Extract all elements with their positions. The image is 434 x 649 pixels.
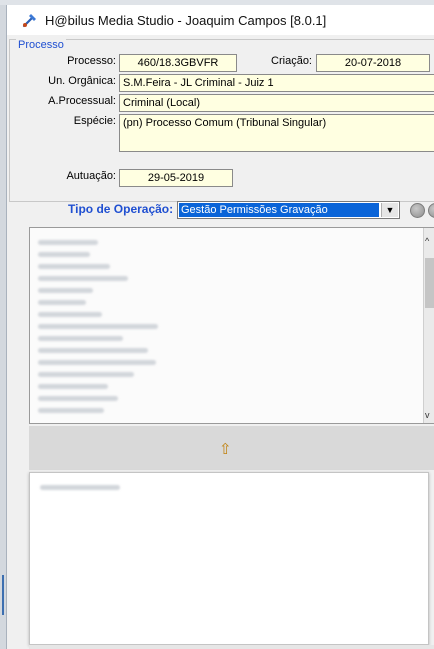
list-item[interactable]: [38, 408, 104, 413]
chevron-down-icon[interactable]: ▼: [381, 203, 398, 217]
move-up-icon[interactable]: ⇧: [219, 440, 232, 458]
items-listbox[interactable]: ^ v: [29, 227, 434, 424]
criacao-field[interactable]: 20-07-2018: [316, 54, 430, 72]
tipo-operacao-label: Tipo de Operação:: [68, 202, 174, 216]
list-item[interactable]: [38, 324, 158, 329]
list-scrollbar[interactable]: ^ v: [423, 228, 434, 423]
un-organica-field[interactable]: S.M.Feira - JL Criminal - Juiz 1: [119, 74, 434, 92]
tool-icon: [21, 11, 39, 29]
list-item[interactable]: [38, 264, 110, 269]
list-item[interactable]: [38, 372, 134, 377]
list-item[interactable]: [38, 252, 90, 257]
list-item[interactable]: [38, 348, 148, 353]
criacao-label: Criação:: [271, 55, 312, 67]
processo-label: Processo:: [67, 55, 116, 67]
tipo-operacao-selected[interactable]: Gestão Permissões Gravação: [179, 203, 379, 217]
especie-label: Espécie:: [73, 115, 116, 127]
processo-legend: Processo: [16, 39, 66, 51]
list-item[interactable]: [38, 300, 86, 305]
main-window: H@bilus Media Studio - Joaquim Campos [8…: [6, 5, 434, 649]
list-item[interactable]: [38, 360, 156, 365]
especie-field[interactable]: (pn) Processo Comum (Tribunal Singular): [119, 114, 434, 152]
list-item[interactable]: [38, 276, 128, 281]
action-circle-button[interactable]: [410, 203, 425, 218]
list-item[interactable]: [40, 485, 120, 490]
scroll-down-icon[interactable]: v: [425, 410, 430, 420]
scroll-thumb[interactable]: [425, 258, 434, 308]
window-title: H@bilus Media Studio - Joaquim Campos [8…: [45, 12, 327, 28]
action-circle-button-2[interactable]: [428, 203, 434, 218]
title-bar[interactable]: H@bilus Media Studio - Joaquim Campos [8…: [7, 5, 434, 35]
processo-field[interactable]: 460/18.3GBVFR: [119, 54, 237, 72]
left-edge-accent: [2, 575, 4, 615]
list-item[interactable]: [38, 312, 102, 317]
autuacao-field[interactable]: 29-05-2019: [119, 169, 233, 187]
autuacao-label: Autuação:: [66, 170, 116, 182]
a-processual-label: A.Processual:: [48, 95, 116, 107]
bottom-shade: [29, 645, 434, 649]
list-item[interactable]: [38, 384, 108, 389]
tipo-operacao-select[interactable]: Gestão Permissões Gravação ▼: [177, 201, 400, 219]
scroll-up-icon[interactable]: ^: [425, 236, 429, 246]
list-item[interactable]: [38, 240, 98, 245]
un-organica-label: Un. Orgânica:: [48, 75, 116, 87]
list-item[interactable]: [38, 396, 118, 401]
transfer-bar: ⇧: [29, 426, 434, 470]
selected-listbox[interactable]: [29, 472, 429, 645]
list-item[interactable]: [38, 288, 93, 293]
list-item[interactable]: [38, 336, 123, 341]
a-processual-field[interactable]: Criminal (Local): [119, 94, 434, 112]
processo-group: Processo Processo: 460/18.3GBVFR Criação…: [9, 39, 434, 202]
